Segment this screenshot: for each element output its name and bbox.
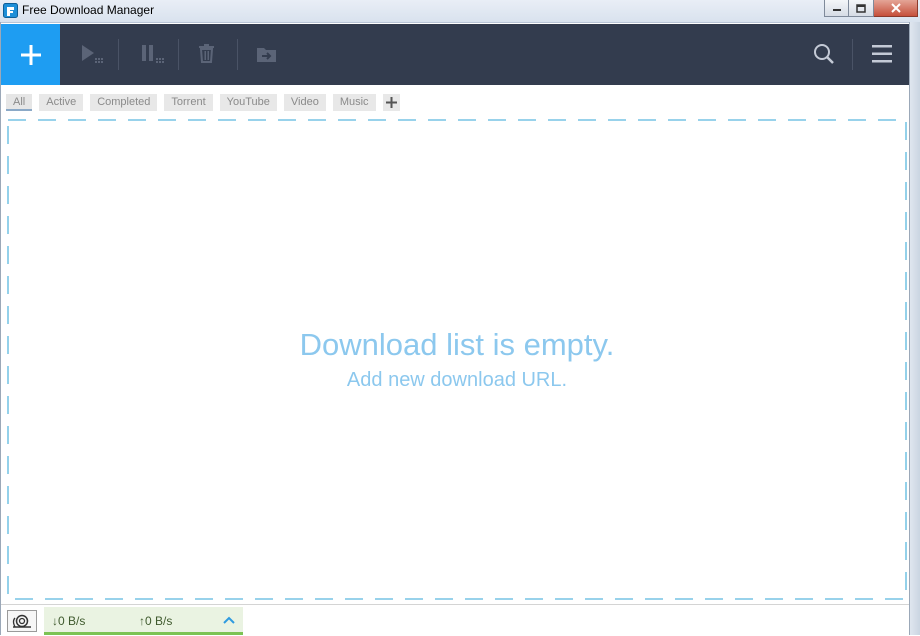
tab-video[interactable]: Video [283,93,326,111]
plus-icon [20,44,41,65]
main-menu-button[interactable] [870,43,896,67]
tab-torrent[interactable]: Torrent [164,93,213,111]
maximize-button[interactable] [849,0,874,17]
empty-list-title: Download list is empty. [299,327,615,362]
speed-mode-button[interactable] [7,610,37,632]
toolbar-separator [237,39,238,70]
close-icon [890,3,901,13]
pause-icon [142,45,164,63]
move-to-folder-button[interactable] [255,43,281,67]
tab-active[interactable]: Active [39,93,84,111]
add-url-link[interactable]: Add new download URL. [7,369,907,392]
add-download-button[interactable] [1,24,60,85]
tab-music[interactable]: Music [332,93,376,111]
toolbar [1,24,909,85]
delete-button[interactable] [196,43,222,67]
toolbar-separator [118,39,119,70]
play-icon [82,45,103,63]
minimize-button[interactable] [824,0,849,17]
download-list-dropzone[interactable]: Download list is empty. Add new download… [6,118,907,600]
pause-button[interactable] [140,43,166,67]
folder-move-icon [257,48,276,62]
start-button[interactable] [79,43,105,67]
add-tab-button[interactable] [382,93,400,111]
upload-speed-value: 0 B/s [145,614,173,628]
hamburger-menu-icon [872,45,892,63]
download-speed-value: 0 B/s [58,614,86,628]
tab-youtube[interactable]: YouTube [219,93,277,111]
filter-tabs: All Active Completed Torrent YouTube Vid… [6,93,400,111]
maximize-icon [856,3,866,13]
close-button[interactable] [874,0,918,17]
app-logo-icon [3,3,18,18]
snail-icon [12,614,31,628]
window-frame-right [909,22,920,635]
search-button[interactable] [812,43,838,67]
tab-completed[interactable]: Completed [90,93,158,111]
chevron-up-icon[interactable] [222,614,236,626]
window-frame-left [0,22,1,635]
download-speed: ↓0 B/s [52,614,85,628]
tab-all[interactable]: All [6,93,33,111]
toolbar-separator [852,39,853,70]
upload-speed: ↑0 B/s [139,614,172,628]
minimize-icon [832,9,841,11]
plus-icon [385,96,397,108]
search-icon [814,44,834,64]
trash-icon [199,44,214,63]
window-title: Free Download Manager [22,3,155,17]
speed-panel[interactable]: ↓0 B/s ↑0 B/s [44,607,243,635]
toolbar-separator [178,39,179,70]
title-bar[interactable]: Free Download Manager [0,0,920,23]
status-bar: ↓0 B/s ↑0 B/s [1,604,909,636]
